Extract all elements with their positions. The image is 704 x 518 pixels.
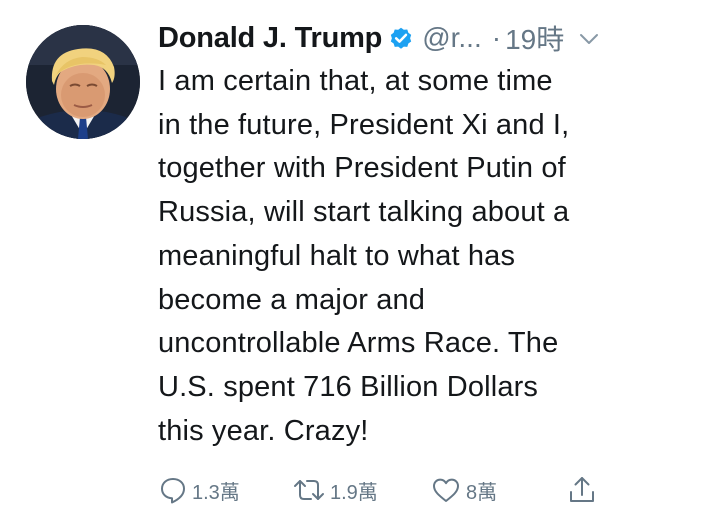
reply-count: 1.3萬 (192, 481, 240, 504)
reply-icon (161, 478, 185, 504)
tweet[interactable]: Donald J. Trump @r... · 19時 I am certain… (0, 0, 704, 518)
user-handle[interactable]: @r... (422, 22, 482, 54)
header-separator: · (491, 22, 502, 53)
display-name[interactable]: Donald J. Trump (158, 22, 382, 55)
retweet-count: 1.9萬 (330, 481, 378, 504)
chevron-down-icon[interactable] (578, 28, 599, 48)
retweet-button[interactable]: 1.9萬 (292, 470, 378, 510)
tweet-actions: 1.3萬 1.9萬 8萬 (158, 470, 618, 510)
verified-badge-icon (388, 25, 414, 51)
tweet-header: Donald J. Trump @r... · 19時 (158, 18, 688, 58)
like-count: 8萬 (466, 481, 498, 504)
retweet-icon (294, 480, 324, 500)
share-icon (570, 477, 594, 502)
avatar-image (26, 25, 140, 139)
like-button[interactable]: 8萬 (430, 470, 497, 510)
tweet-text: I am certain that, at some time in the f… (158, 65, 570, 447)
avatar[interactable] (26, 25, 140, 139)
tweet-timestamp[interactable]: 19時 (505, 18, 564, 58)
heart-icon (433, 478, 459, 502)
reply-button[interactable]: 1.3萬 (158, 470, 240, 510)
share-button[interactable] (566, 470, 598, 510)
